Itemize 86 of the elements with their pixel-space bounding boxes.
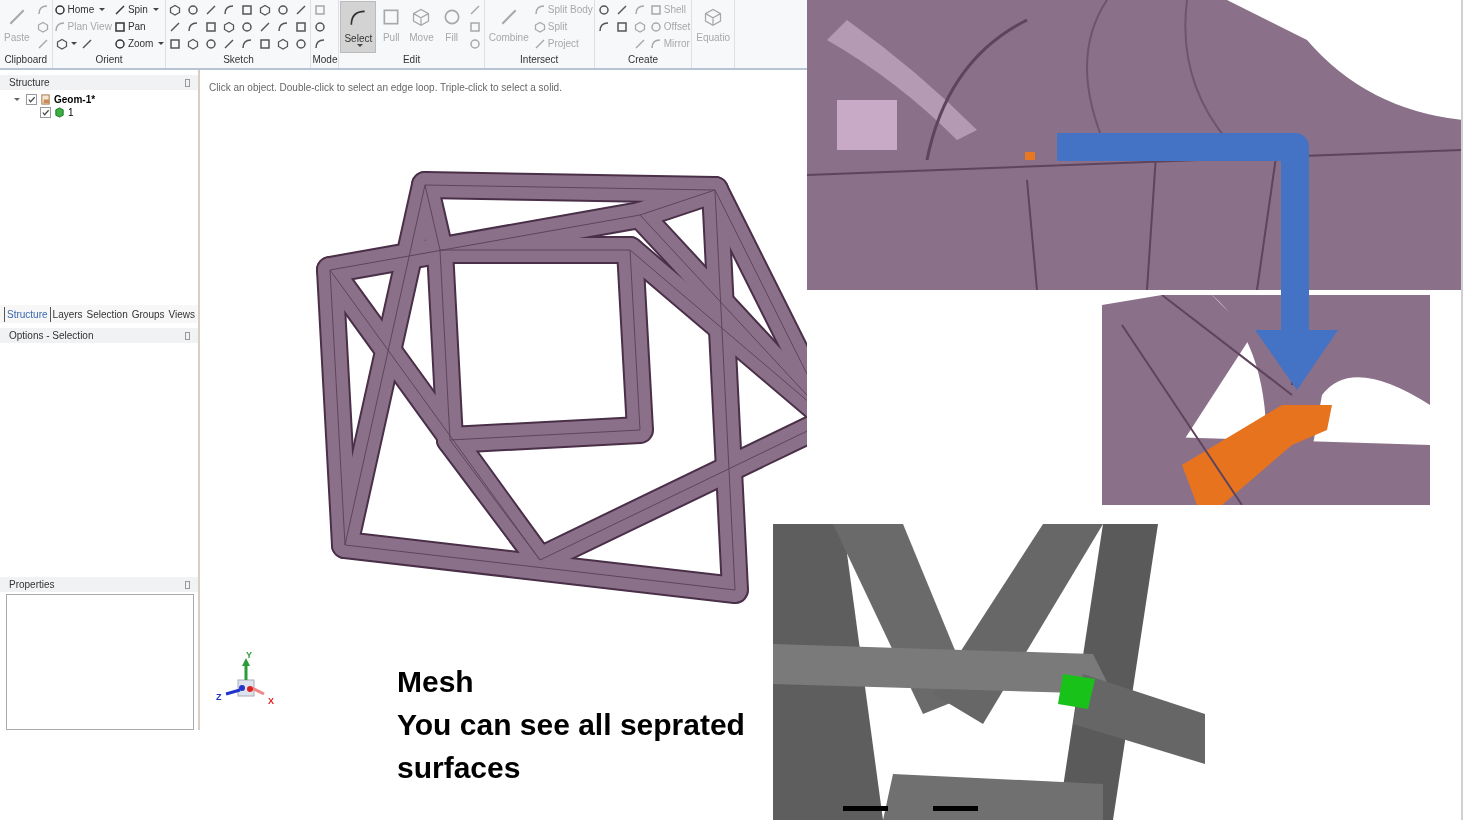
panel-tab[interactable]: Views: [166, 306, 198, 322]
line-icon: [169, 20, 182, 33]
group-label: Orient: [94, 54, 124, 67]
checkbox[interactable]: [26, 94, 37, 105]
circle-icon: [241, 20, 254, 33]
square-icon: [169, 37, 182, 50]
tree-item[interactable]: Geom-1*: [54, 94, 96, 105]
axis-label: Z: [216, 692, 222, 702]
document-icon: [40, 94, 51, 105]
panel-tab[interactable]: Layers: [50, 306, 85, 322]
panel-title: Structure: [9, 77, 50, 88]
arc-icon: [36, 3, 49, 16]
square-icon: [615, 20, 628, 33]
ribbon-button[interactable]: Spin: [113, 1, 159, 18]
circle-icon: [649, 20, 662, 33]
expand-icon[interactable]: [14, 98, 20, 101]
square-icon: [259, 37, 272, 50]
ribbon-button[interactable]: Home: [53, 1, 106, 18]
caret-icon: [158, 42, 165, 45]
pin-icon[interactable]: [185, 580, 190, 589]
group-label: Create: [627, 54, 659, 67]
group-label: Mode: [312, 54, 338, 67]
hint-text: Click an object. Double-click to select an edge loop. Triple-click to select a solid.: [209, 82, 562, 93]
square-icon: [314, 3, 327, 16]
group-label: Sketch: [222, 54, 255, 67]
arc-icon: [187, 20, 200, 33]
circle-icon: [468, 37, 481, 50]
square-icon: [241, 3, 254, 16]
panel-tab[interactable]: Selection: [84, 306, 130, 322]
group-label: Intersect: [519, 54, 560, 67]
arc-icon: [633, 3, 646, 16]
slide-text: You can see all seprated surfaces: [397, 707, 746, 786]
line-icon: [295, 3, 308, 16]
arc-icon: [649, 37, 662, 50]
pin-icon[interactable]: [185, 78, 190, 87]
square-icon: [468, 20, 481, 33]
square-icon: [649, 3, 662, 16]
circle-icon: [205, 37, 218, 50]
circle-icon: [187, 3, 200, 16]
circle-icon: [314, 20, 327, 33]
circle-icon: [295, 37, 308, 50]
arc-icon: [314, 37, 327, 50]
line-icon: [533, 37, 546, 50]
arc-icon: [597, 20, 610, 33]
square-icon: [205, 20, 218, 33]
line-icon: [223, 37, 236, 50]
line-icon: [80, 37, 93, 50]
caret-icon: [70, 42, 77, 45]
line-icon: [633, 37, 646, 50]
square-icon: [381, 7, 402, 27]
axis-label: X: [268, 696, 274, 706]
arc-icon: [223, 3, 236, 16]
line-icon: [205, 3, 218, 16]
caret-icon: [152, 8, 159, 11]
arc-icon: [533, 3, 546, 16]
line-icon: [615, 3, 628, 16]
circle-icon: [113, 37, 126, 50]
caret-icon: [356, 44, 363, 47]
group-label: Clipboard: [3, 54, 49, 67]
circle-icon: [277, 3, 290, 16]
axis-triad-drawing: [225, 658, 265, 697]
arc-icon: [277, 20, 290, 33]
panel-tab[interactable]: Groups: [129, 306, 167, 322]
ribbon-button[interactable]: Pan: [113, 18, 146, 35]
pin-icon[interactable]: [185, 331, 190, 340]
arc-icon: [241, 37, 254, 50]
ribbon-button[interactable]: Select: [340, 1, 377, 53]
circle-icon: [597, 3, 610, 16]
circle-icon: [53, 3, 66, 16]
line-icon: [468, 3, 481, 16]
panel-title: Options - Selection: [9, 330, 94, 341]
line-icon: [36, 37, 49, 50]
panel-tab[interactable]: Structure: [4, 306, 51, 322]
slide-heading: Mesh: [397, 664, 475, 700]
arc-icon: [53, 20, 66, 33]
checkbox[interactable]: [40, 107, 51, 118]
caret-icon: [99, 8, 106, 11]
square-icon: [295, 20, 308, 33]
ribbon-button[interactable]: Zoom: [113, 35, 165, 52]
line-icon: [259, 20, 272, 33]
tree-item[interactable]: 1: [68, 107, 74, 118]
group-label: Edit: [401, 54, 422, 67]
line-icon: [113, 3, 126, 16]
square-icon: [113, 20, 126, 33]
axis-label: Y: [246, 652, 252, 660]
panel-title: Properties: [9, 579, 55, 590]
